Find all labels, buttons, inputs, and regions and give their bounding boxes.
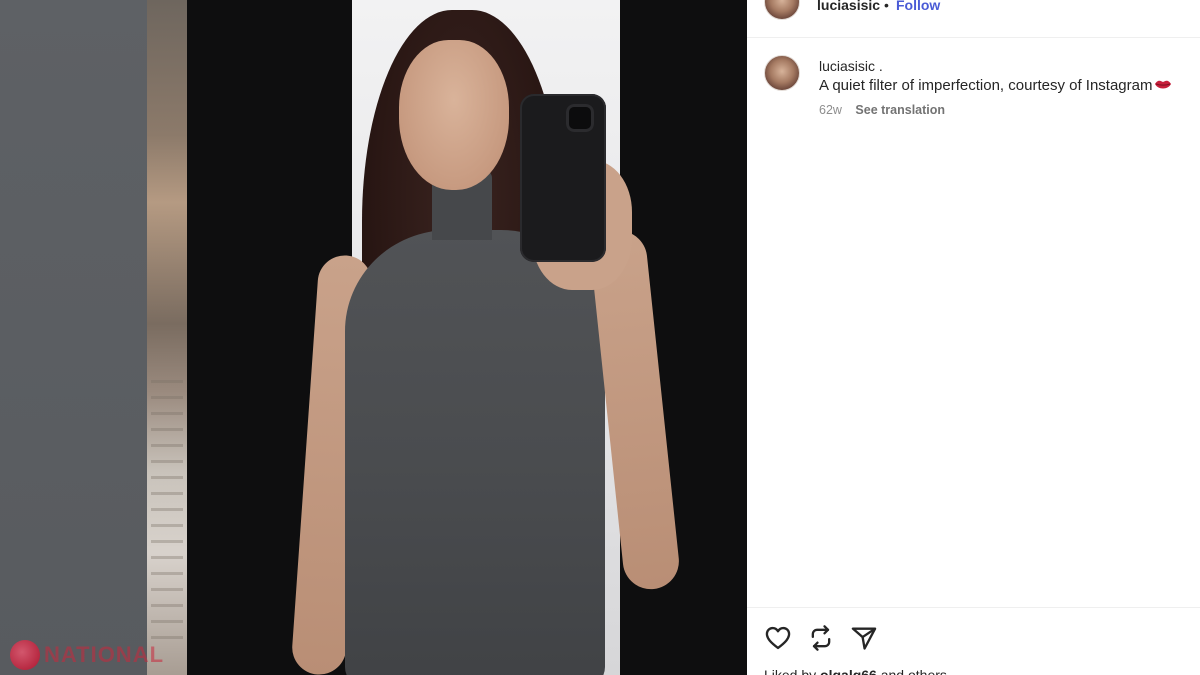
watermark-logo-icon xyxy=(10,640,40,670)
header-username[interactable]: luciasisic xyxy=(817,0,880,13)
caption-text: A quiet filter of imperfection, courtesy… xyxy=(819,77,1189,94)
photo-dress xyxy=(345,230,605,675)
caption-username[interactable]: luciasisic . xyxy=(819,58,883,74)
instagram-post-view: NATIONAL luciasisic • Follow luciasisic … xyxy=(0,0,1200,675)
photo-phone xyxy=(520,94,606,262)
backdrop xyxy=(0,0,147,675)
site-watermark: NATIONAL xyxy=(10,638,164,672)
repost-icon[interactable] xyxy=(807,624,835,652)
post-photo[interactable] xyxy=(187,0,747,675)
post-time[interactable]: 62w xyxy=(819,103,842,117)
liked-by-user[interactable]: olgalg66 xyxy=(820,667,877,675)
header-separator: • xyxy=(884,0,889,13)
post-image-area[interactable]: NATIONAL xyxy=(0,0,747,675)
heart-icon[interactable] xyxy=(764,624,792,652)
post-side-panel: luciasisic • Follow luciasisic . A quiet… xyxy=(747,0,1200,675)
liked-suffix[interactable]: and others xyxy=(877,667,947,675)
post-actions: Liked by olgalg66 and others xyxy=(747,607,1200,675)
liked-prefix: Liked by xyxy=(764,667,821,675)
header-avatar[interactable] xyxy=(764,0,800,20)
liked-by-text: Liked by olgalg66 and others xyxy=(764,667,947,675)
caption-text-body: A quiet filter of imperfection, courtesy… xyxy=(819,77,1153,94)
lips-emoji-icon xyxy=(1154,80,1171,89)
caption-avatar[interactable] xyxy=(764,55,800,91)
phone-camera xyxy=(566,104,594,132)
photo-face xyxy=(399,40,509,190)
follow-button[interactable]: Follow xyxy=(896,0,940,13)
caption-meta: 62w See translation xyxy=(819,103,945,117)
watermark-text: NATIONAL xyxy=(44,642,165,667)
background-strip xyxy=(147,0,187,675)
post-header: luciasisic • Follow xyxy=(747,0,1200,38)
send-icon[interactable] xyxy=(850,624,878,652)
see-translation-link[interactable]: See translation xyxy=(855,103,945,117)
